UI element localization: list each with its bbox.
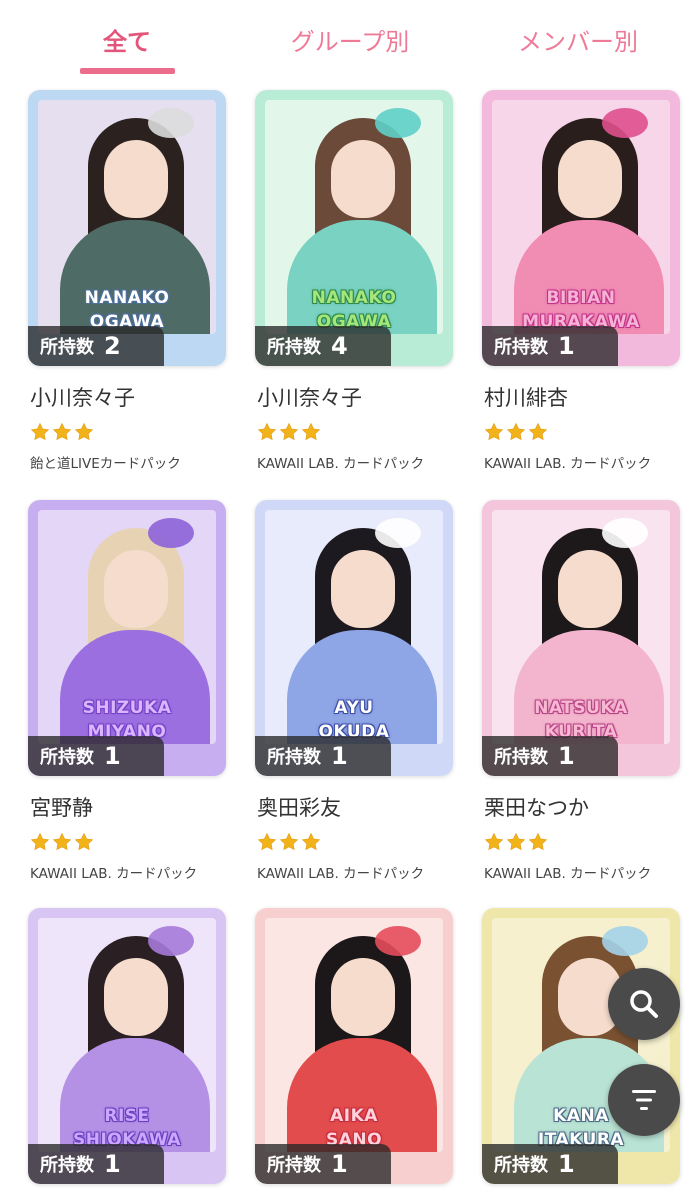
owned-count: 1 (558, 742, 575, 770)
member-name: 小川奈々子 (30, 386, 135, 410)
owned-count: 1 (558, 1150, 575, 1178)
owned-count-badge: 所持数 1 (482, 736, 618, 776)
card-item[interactable]: NANAKO OGAWA 所持数 4 小川奈々子 KAWAII LAB. カード… (255, 90, 455, 480)
owned-count-badge: 所持数 1 (482, 326, 618, 366)
pack-name: KAWAII LAB. カードパック (484, 456, 652, 472)
star-icon (30, 832, 50, 852)
card-item[interactable]: RISE SHIOKAWA 所持数 1 (28, 908, 228, 1198)
owned-count: 1 (104, 742, 121, 770)
owned-label: 所持数 (40, 337, 94, 358)
tab-by-member[interactable]: メンバー別 (508, 22, 648, 62)
owned-count-badge: 所持数 1 (255, 1144, 391, 1184)
card-first-name: NANAKO (84, 288, 170, 308)
star-icon (301, 422, 321, 442)
pack-name: KAWAII LAB. カードパック (484, 866, 652, 882)
owned-label: 所持数 (267, 337, 321, 358)
card-image[interactable]: NANAKO OGAWA 所持数 4 (255, 90, 453, 366)
pack-name: KAWAII LAB. カードパック (257, 456, 425, 472)
member-name: 栗田なつか (484, 796, 589, 820)
card-image[interactable]: NATSUKA KURITA 所持数 1 (482, 500, 680, 776)
star-icon (279, 832, 299, 852)
rarity-stars (484, 832, 548, 852)
owned-label: 所持数 (267, 747, 321, 768)
star-icon (74, 422, 94, 442)
card-first-name: NATSUKA (534, 698, 628, 718)
card-image[interactable]: RISE SHIOKAWA 所持数 1 (28, 908, 226, 1184)
rarity-stars (30, 422, 94, 442)
search-icon (626, 986, 662, 1022)
owned-label: 所持数 (494, 747, 548, 768)
star-icon (484, 832, 504, 852)
owned-label: 所持数 (494, 337, 548, 358)
member-name: 宮野静 (30, 796, 93, 820)
owned-count-badge: 所持数 1 (28, 736, 164, 776)
owned-count-badge: 所持数 1 (28, 1144, 164, 1184)
card-item[interactable]: NATSUKA KURITA 所持数 1 栗田なつか KAWAII LAB. カ… (482, 500, 682, 890)
tab-all[interactable]: 全て (90, 22, 164, 62)
pack-name: KAWAII LAB. カードパック (257, 866, 425, 882)
star-icon (30, 422, 50, 442)
star-icon (301, 832, 321, 852)
owned-label: 所持数 (40, 1155, 94, 1176)
owned-count: 1 (331, 1150, 348, 1178)
rarity-stars (484, 422, 548, 442)
tab-bar: 全て グループ別 メンバー別 (0, 0, 696, 76)
card-item[interactable]: KANA ITAKURA 所持数 1 (482, 908, 682, 1198)
star-icon (74, 832, 94, 852)
owned-count: 1 (331, 742, 348, 770)
star-icon (257, 422, 277, 442)
card-image[interactable]: KANA ITAKURA 所持数 1 (482, 908, 680, 1184)
star-icon (528, 832, 548, 852)
owned-label: 所持数 (40, 747, 94, 768)
star-icon (52, 832, 72, 852)
star-icon (506, 422, 526, 442)
owned-count-badge: 所持数 1 (255, 736, 391, 776)
member-name: 奥田彩友 (257, 796, 341, 820)
member-name: 村川緋杏 (484, 386, 568, 410)
pack-name: KAWAII LAB. カードパック (30, 866, 198, 882)
star-icon (257, 832, 277, 852)
card-item[interactable]: AYU OKUDA 所持数 1 奥田彩友 KAWAII LAB. カードパック (255, 500, 455, 890)
card-image[interactable]: BIBIAN MURAKAWA 所持数 1 (482, 90, 680, 366)
owned-count: 1 (104, 1150, 121, 1178)
filter-icon (628, 1087, 660, 1113)
card-image[interactable]: AYU OKUDA 所持数 1 (255, 500, 453, 776)
owned-count: 4 (331, 332, 348, 360)
card-item[interactable]: AIKA SANO 所持数 1 (255, 908, 455, 1198)
rarity-stars (257, 832, 321, 852)
star-icon (484, 422, 504, 442)
star-icon (52, 422, 72, 442)
card-first-name: BIBIAN (546, 288, 616, 308)
card-first-name: RISE (104, 1106, 150, 1126)
star-icon (506, 832, 526, 852)
member-name: 小川奈々子 (257, 386, 362, 410)
star-icon (279, 422, 299, 442)
card-item[interactable]: SHIZUKA MIYANO 所持数 1 宮野静 KAWAII LAB. カード… (28, 500, 228, 890)
owned-label: 所持数 (494, 1155, 548, 1176)
star-icon (528, 422, 548, 442)
owned-count-badge: 所持数 2 (28, 326, 164, 366)
rarity-stars (30, 832, 94, 852)
card-first-name: SHIZUKA (82, 698, 172, 718)
owned-label: 所持数 (267, 1155, 321, 1176)
card-item[interactable]: NANAKO OGAWA 所持数 2 小川奈々子 飴と道LIVEカードパック (28, 90, 228, 480)
card-item[interactable]: BIBIAN MURAKAWA 所持数 1 村川緋杏 KAWAII LAB. カ… (482, 90, 682, 480)
card-image[interactable]: NANAKO OGAWA 所持数 2 (28, 90, 226, 366)
card-first-name: AYU (334, 698, 374, 718)
owned-count-badge: 所持数 4 (255, 326, 391, 366)
card-image[interactable]: AIKA SANO 所持数 1 (255, 908, 453, 1184)
card-first-name: AIKA (330, 1106, 378, 1126)
tab-by-group[interactable]: グループ別 (280, 22, 420, 62)
card-image[interactable]: SHIZUKA MIYANO 所持数 1 (28, 500, 226, 776)
card-first-name: NANAKO (311, 288, 397, 308)
owned-count: 2 (104, 332, 121, 360)
owned-count: 1 (558, 332, 575, 360)
owned-count-badge: 所持数 1 (482, 1144, 618, 1184)
filter-button[interactable] (608, 1064, 680, 1136)
rarity-stars (257, 422, 321, 442)
active-tab-indicator (80, 68, 175, 74)
pack-name: 飴と道LIVEカードパック (30, 456, 181, 472)
search-button[interactable] (608, 968, 680, 1040)
